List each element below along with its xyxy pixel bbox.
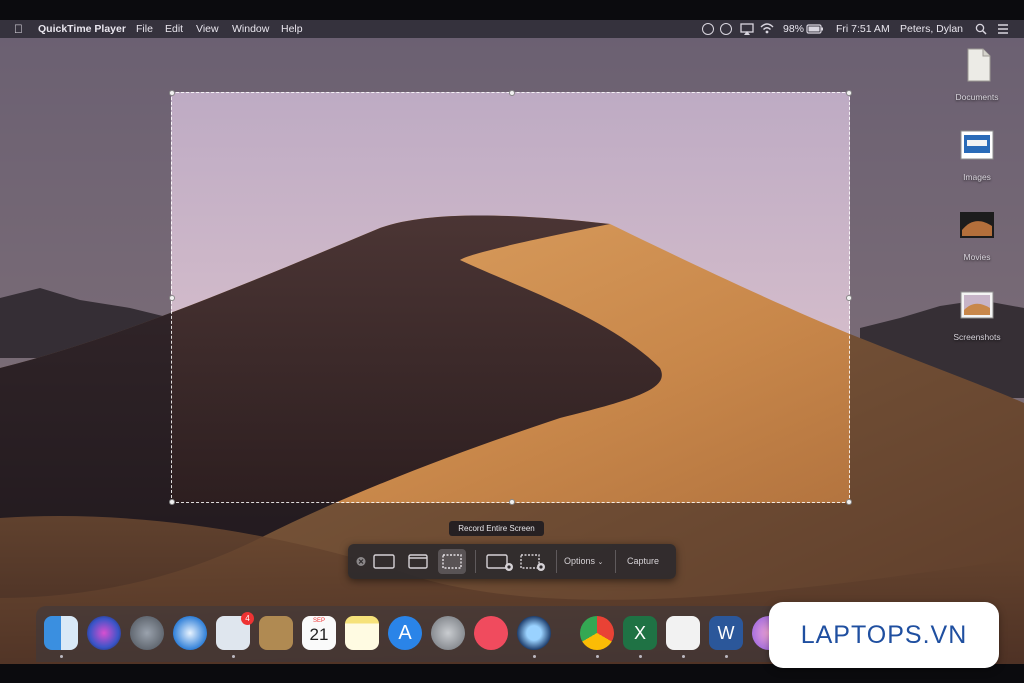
resize-handle[interactable] xyxy=(169,295,175,301)
options-label: Options xyxy=(564,556,596,566)
chrome-icon[interactable] xyxy=(580,616,614,650)
resize-handle[interactable] xyxy=(846,499,852,505)
safari-icon[interactable] xyxy=(173,616,207,650)
siri-icon[interactable] xyxy=(87,616,121,650)
calendar-day: 21 xyxy=(309,625,329,644)
battery-percent: 98% xyxy=(783,23,805,35)
running-indicator xyxy=(232,655,235,658)
screen:  QuickTime Player File Edit View Window… xyxy=(0,0,1024,683)
list-icon[interactable] xyxy=(996,20,1010,44)
resize-handle[interactable] xyxy=(846,90,852,96)
menu-help[interactable]: Help xyxy=(281,20,303,38)
resize-handle[interactable] xyxy=(509,90,515,96)
capture-selection-icon[interactable] xyxy=(438,549,466,574)
resize-handle[interactable] xyxy=(169,90,175,96)
search-icon[interactable] xyxy=(975,20,987,44)
menu-clock[interactable]: Fri 7:51 AM xyxy=(836,20,890,38)
record-entire-screen-icon[interactable] xyxy=(484,549,516,574)
running-indicator xyxy=(533,655,536,658)
system-preferences-icon[interactable] xyxy=(431,616,465,650)
capture-window-icon[interactable] xyxy=(404,549,432,574)
screenshot-toolbar: Options ⌄ Capture xyxy=(348,544,676,579)
desktop-item-label: Images xyxy=(963,172,991,182)
dock: 4 SEP 21 A X W xyxy=(36,606,796,662)
app-menu[interactable]: QuickTime Player xyxy=(38,20,126,38)
running-indicator xyxy=(596,655,599,658)
toolbar-divider xyxy=(615,550,616,573)
word-icon[interactable]: W xyxy=(709,616,743,650)
menu-edit[interactable]: Edit xyxy=(165,20,183,38)
menu-view[interactable]: View xyxy=(196,20,219,38)
toolbar-tooltip: Record Entire Screen xyxy=(449,521,544,536)
menu-window[interactable]: Window xyxy=(232,20,269,38)
apple-icon[interactable]:  xyxy=(14,20,23,38)
desktop-item-images[interactable]: Images xyxy=(942,126,1012,182)
capture-selection-frame[interactable] xyxy=(169,90,852,505)
running-indicator xyxy=(60,655,63,658)
screenshots-icon xyxy=(960,291,994,319)
skype-icon[interactable] xyxy=(720,23,732,35)
mail-badge: 4 xyxy=(241,612,254,625)
desktop-item-label: Documents xyxy=(955,92,999,102)
mail-icon[interactable]: 4 xyxy=(216,612,254,650)
chevron-down-icon: ⌄ xyxy=(597,559,604,566)
running-indicator xyxy=(639,655,642,658)
app-store-icon[interactable]: A xyxy=(388,616,422,650)
record-selection-icon[interactable] xyxy=(518,549,550,574)
desktop-item-documents[interactable]: Documents xyxy=(942,46,1012,102)
letterbox-top xyxy=(0,0,1024,20)
resize-handle[interactable] xyxy=(509,499,515,505)
excel-icon[interactable]: X xyxy=(623,616,657,650)
resize-handle[interactable] xyxy=(169,499,175,505)
desktop-item-label: Screenshots xyxy=(953,332,1001,342)
news-icon[interactable] xyxy=(474,616,508,650)
user-menu[interactable]: Peters, Dylan xyxy=(900,20,963,38)
watermark-badge: LAPTOPS.VN xyxy=(769,602,999,668)
menu-bar:  QuickTime Player File Edit View Window… xyxy=(0,20,1024,38)
calendar-icon[interactable]: SEP 21 xyxy=(302,616,336,650)
contacts-icon[interactable] xyxy=(259,616,293,650)
notes-icon[interactable] xyxy=(345,616,379,650)
quicktime-icon[interactable] xyxy=(517,616,551,650)
screenshot-app-icon[interactable] xyxy=(666,616,700,650)
toolbar-divider xyxy=(556,550,557,573)
capture-entire-screen-icon[interactable] xyxy=(370,549,398,574)
running-indicator xyxy=(682,655,685,658)
watermark-text: LAPTOPS.VN xyxy=(800,621,968,649)
desktop-item-label: Movies xyxy=(963,252,991,262)
battery-icon[interactable] xyxy=(806,20,824,44)
documents-icon xyxy=(967,48,991,82)
record-icon[interactable] xyxy=(702,23,714,35)
close-icon[interactable] xyxy=(354,549,368,574)
toolbar-divider xyxy=(475,550,476,573)
wifi-icon[interactable] xyxy=(760,20,774,44)
airplay-icon[interactable] xyxy=(740,20,754,44)
finder-icon[interactable] xyxy=(44,616,78,650)
capture-button[interactable]: Capture xyxy=(627,544,659,579)
resize-handle[interactable] xyxy=(846,295,852,301)
running-indicator xyxy=(725,655,728,658)
desktop-item-movies[interactable]: Movies xyxy=(942,206,1012,262)
movies-icon xyxy=(960,212,994,238)
launchpad-icon[interactable] xyxy=(130,616,164,650)
menu-file[interactable]: File xyxy=(136,20,153,38)
options-menu[interactable]: Options ⌄ xyxy=(564,544,603,579)
images-icon xyxy=(960,130,994,160)
desktop-item-screenshots[interactable]: Screenshots xyxy=(942,286,1012,342)
calendar-month: SEP xyxy=(312,618,325,624)
